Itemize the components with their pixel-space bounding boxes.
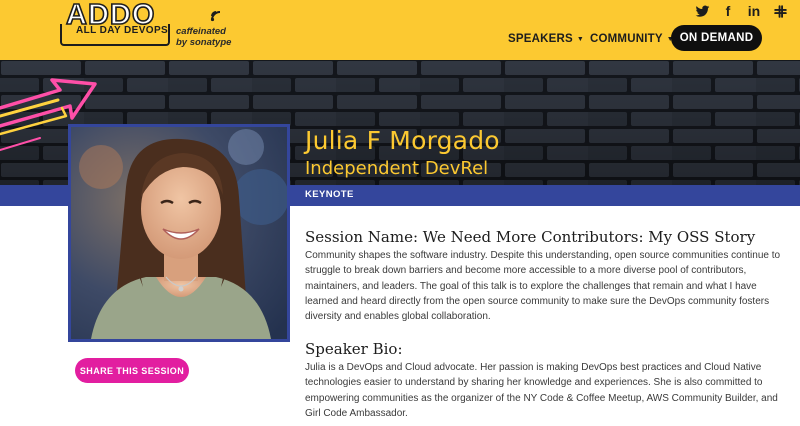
wifi-icon: [210, 11, 221, 22]
site-header: ADDO ALL DAY DEVOPS caffeinated by sonat…: [0, 0, 800, 60]
bio-text: Julia is a DevOps and Cloud advocate. He…: [305, 362, 778, 419]
tagline-line2: by sonatype: [176, 37, 232, 48]
speaker-name: Julia F Morgado: [305, 126, 500, 155]
tagline-line1: caffeinated: [176, 26, 226, 37]
linkedin-icon[interactable]: in: [746, 3, 762, 19]
chevron-down-icon: ▼: [576, 35, 585, 43]
speaker-title: Independent DevRel: [305, 158, 489, 179]
nav-speakers[interactable]: SPEAKERS ▼: [508, 33, 584, 45]
on-demand-button[interactable]: ON DEMAND: [671, 25, 762, 51]
share-session-button[interactable]: SHARE THIS SESSION: [75, 358, 189, 383]
slack-icon[interactable]: [772, 3, 788, 19]
logo-tagline: caffeinated by sonatype: [176, 26, 231, 48]
nav-community[interactable]: COMMUNITY ▼: [590, 33, 674, 45]
nav-community-label: COMMUNITY: [590, 33, 663, 45]
session-heading: Session Name: We Need More Contributors:…: [305, 228, 756, 246]
bio-heading: Speaker Bio:: [305, 340, 403, 358]
speaker-photo: [68, 124, 290, 342]
facebook-icon[interactable]: f: [720, 3, 736, 19]
speaker-portrait: [71, 127, 287, 339]
twitter-icon[interactable]: [694, 3, 710, 19]
track-badge: KEYNOTE: [305, 189, 354, 200]
social-links: f in: [694, 3, 788, 19]
logo-subtitle: ALL DAY DEVOPS: [76, 25, 169, 36]
nav-speakers-label: SPEAKERS: [508, 33, 573, 45]
session-description: Community shapes the software industry. …: [305, 250, 781, 323]
addo-logo[interactable]: ADDO ALL DAY DEVOPS: [58, 0, 221, 46]
